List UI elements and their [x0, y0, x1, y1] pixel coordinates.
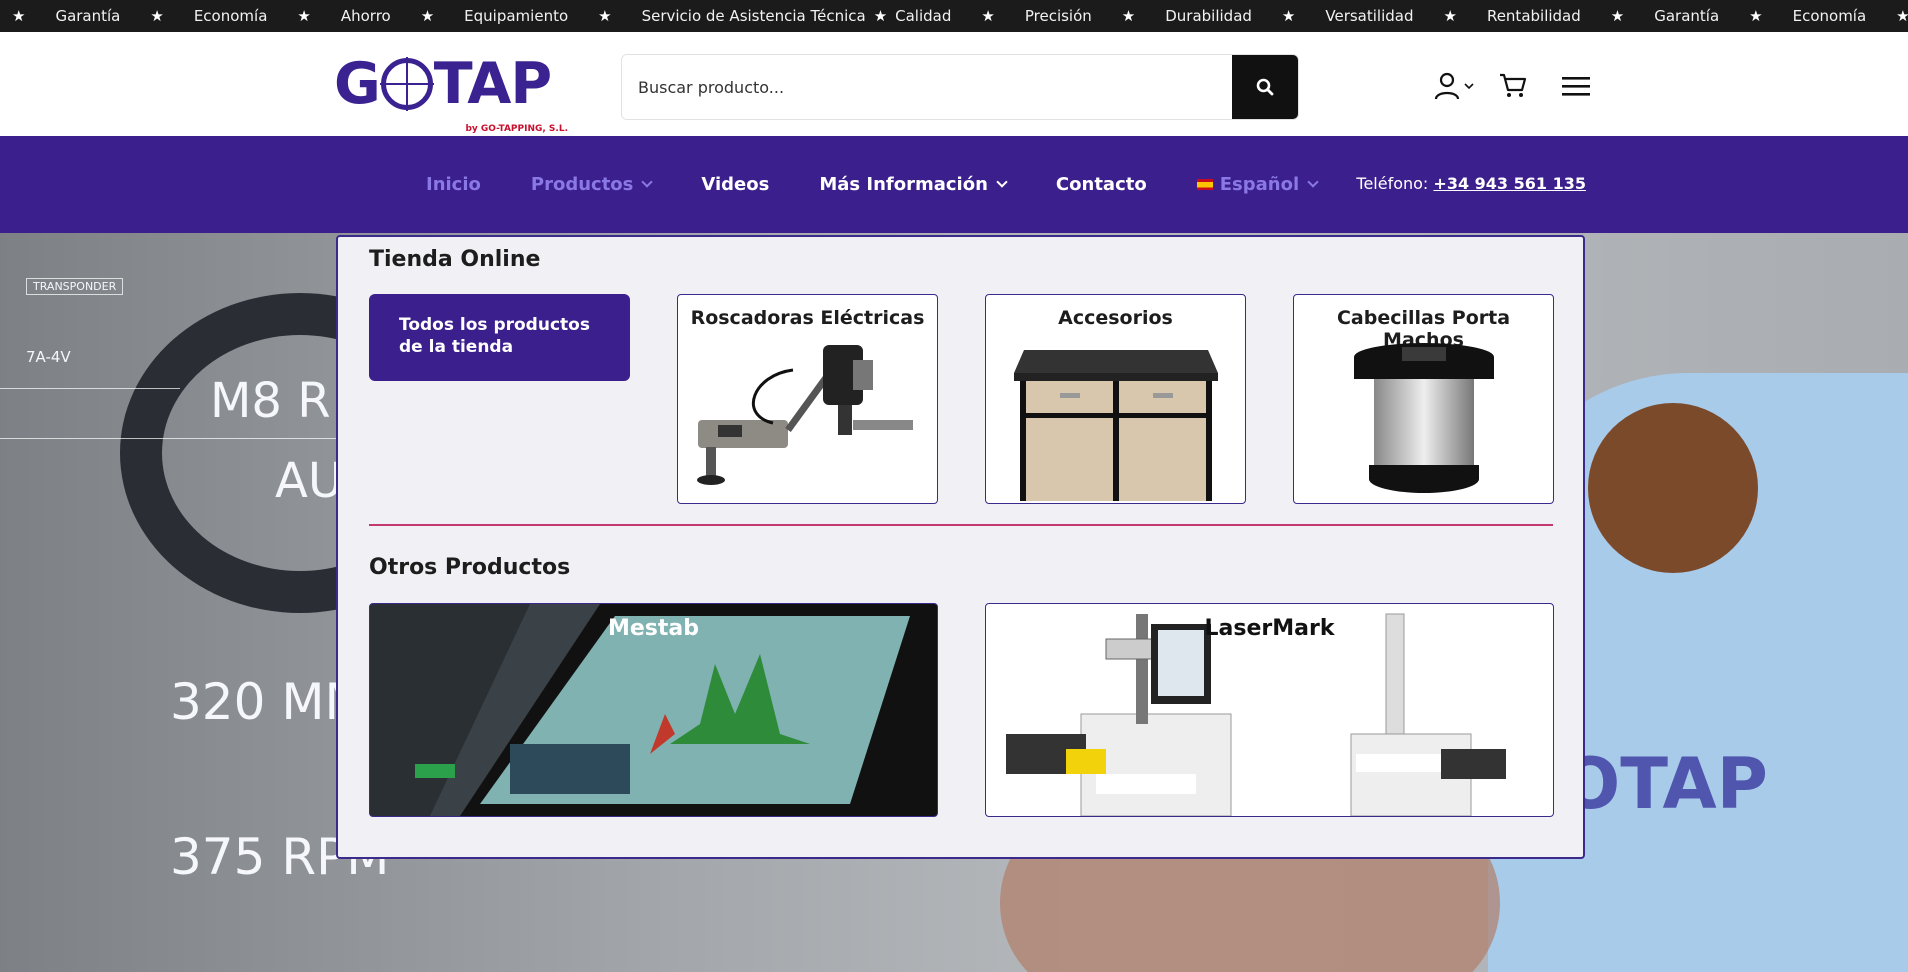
- star-icon: ★: [1121, 7, 1136, 25]
- crosshair-icon: [380, 58, 433, 110]
- chevron-down-icon: [1307, 176, 1319, 188]
- hud-code: 7A-4V: [26, 348, 71, 366]
- star-icon: ★: [1610, 7, 1625, 25]
- logo-text-tap: TAP: [433, 51, 552, 117]
- ticker-item: Economía: [193, 7, 268, 25]
- product-card-title: LaserMark: [1204, 616, 1335, 641]
- chevron-down-icon: [641, 176, 654, 188]
- ticker-item: Versatilidad: [1325, 7, 1414, 25]
- product-card-mestab[interactable]: Mestab: [369, 603, 938, 817]
- star-icon: ★: [12, 7, 26, 25]
- menu-button[interactable]: [1561, 75, 1591, 97]
- star-icon: ★: [420, 7, 435, 25]
- hud-text-1: M8 R: [210, 373, 331, 429]
- cart-button[interactable]: [1499, 73, 1527, 99]
- language-selector[interactable]: Español: [1196, 174, 1319, 195]
- hud-line: [0, 438, 340, 439]
- ticker-item: Servicio de Asistencia Técnica: [641, 7, 866, 25]
- main-navigation: Inicio Productos Videos Más Información …: [0, 136, 1908, 233]
- products-mega-menu: Tienda Online Todos los productos de la …: [336, 235, 1585, 859]
- ticker-item: Equipamiento: [464, 7, 569, 25]
- star-icon: ★: [1749, 7, 1763, 25]
- category-card-roscadoras[interactable]: Roscadoras Eléctricas: [677, 294, 938, 504]
- cart-icon: [1500, 73, 1527, 97]
- ticker-item: Economía: [1792, 7, 1867, 25]
- chevron-down-icon: [1464, 83, 1474, 90]
- user-icon: [1434, 72, 1460, 100]
- star-icon: ★: [297, 7, 311, 25]
- star-icon: ★: [981, 7, 995, 25]
- category-card-cabecillas[interactable]: Cabecillas Porta Machos: [1293, 294, 1554, 504]
- other-section-title: Otros Productos: [369, 555, 571, 580]
- shop-section-title: Tienda Online: [369, 247, 541, 272]
- tapping-machine-image: [697, 345, 913, 485]
- nav-item-label: Productos: [530, 174, 634, 195]
- nav-item-productos[interactable]: Productos: [530, 174, 654, 195]
- ticker-item: Garantía: [55, 7, 121, 25]
- hero-person-hair: [1588, 403, 1758, 573]
- phone-label: Teléfono:: [1356, 174, 1429, 193]
- ticker-item: Calidad: [895, 7, 952, 25]
- ticker-item: Garantía: [1654, 7, 1720, 25]
- ticker-item: Precisión: [1024, 7, 1092, 25]
- nav-item-contacto[interactable]: Contacto: [1056, 174, 1147, 195]
- nav-item-mas-informacion[interactable]: Más Información: [819, 174, 1008, 195]
- ticker-item: Rentabilidad: [1486, 7, 1581, 25]
- nav-item-label: Más Información: [819, 174, 988, 195]
- nav-item-videos[interactable]: Videos: [701, 174, 769, 195]
- all-products-button[interactable]: Todos los productos de la tienda: [369, 294, 630, 381]
- ticker-item: Durabilidad: [1165, 7, 1252, 25]
- star-icon: ★: [150, 7, 164, 25]
- search-bar: [621, 54, 1299, 120]
- language-label: Español: [1219, 174, 1300, 195]
- phone-info: Teléfono: +34 943 561 135: [1356, 174, 1586, 193]
- ticker-item: Ahorro: [340, 7, 391, 25]
- nav-item-inicio[interactable]: Inicio: [426, 174, 481, 195]
- star-icon: ★: [1443, 7, 1457, 25]
- benefits-ticker: ★ Garantía ★ Economía ★ Ahorro ★ Equipam…: [0, 0, 1908, 32]
- product-card-title: Mestab: [607, 616, 700, 641]
- tap-holder-image: [1354, 343, 1494, 493]
- chevron-down-icon: [996, 176, 1008, 188]
- account-button[interactable]: [1434, 72, 1475, 100]
- star-icon: ★: [1281, 7, 1296, 25]
- star-icon: ★: [598, 7, 612, 25]
- section-divider: [369, 524, 1553, 526]
- product-card-lasermark[interactable]: LaserMark: [985, 603, 1554, 817]
- logo-text-g: G: [334, 51, 381, 117]
- accessory-cabinet-image: [1014, 350, 1218, 501]
- site-header: G TAP by GO-TAPPING, S.L.: [0, 32, 1908, 136]
- category-card-accesorios[interactable]: Accesorios: [985, 294, 1246, 504]
- search-icon: [1256, 78, 1274, 96]
- spain-flag-icon: [1196, 179, 1213, 190]
- logo-subtitle: by GO-TAPPING, S.L.: [465, 124, 568, 134]
- gotap-logo[interactable]: G TAP by GO-TAPPING, S.L.: [334, 51, 570, 134]
- hud-badge: TRANSPONDER: [26, 278, 124, 295]
- hud-text-2: AU: [275, 453, 343, 509]
- search-button[interactable]: [1232, 55, 1298, 119]
- star-icon: ★: [873, 7, 888, 25]
- hud-line: [0, 388, 180, 389]
- search-input[interactable]: [622, 55, 1232, 119]
- phone-link[interactable]: +34 943 561 135: [1433, 174, 1586, 193]
- star-icon: ★: [1896, 7, 1908, 25]
- hamburger-menu-icon: [1562, 77, 1590, 96]
